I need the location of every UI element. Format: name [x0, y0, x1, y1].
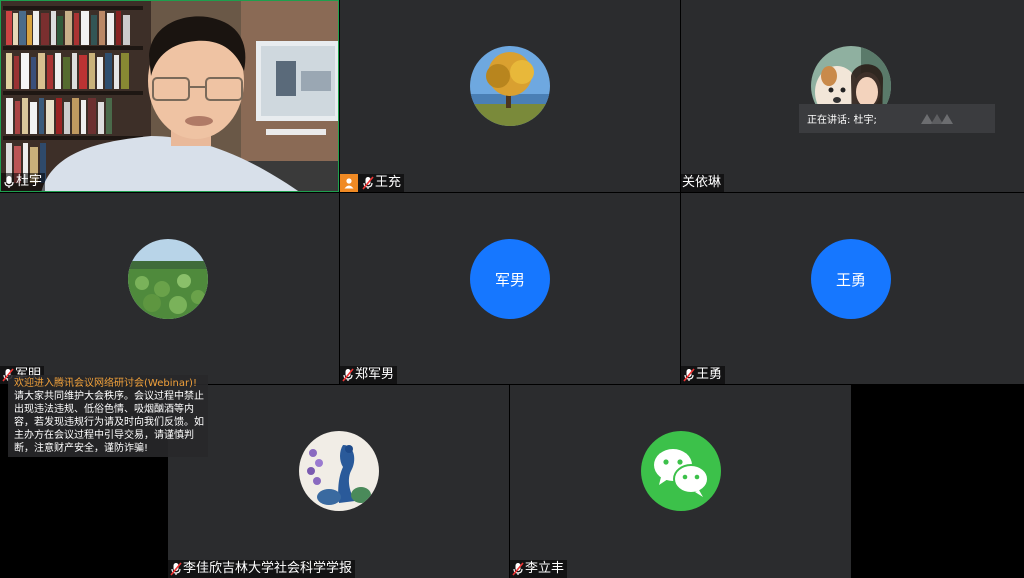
host-icon: [340, 174, 358, 192]
camera-video-feed: [1, 1, 338, 191]
participant-avatar: [470, 46, 550, 126]
participant-nameplate: 李立丰: [510, 560, 568, 578]
wechat-icon: [641, 431, 721, 511]
video-tile-wang-yong[interactable]: 王勇 王勇: [681, 193, 1024, 384]
video-tile-zheng-junnan[interactable]: 军男 郑军男: [340, 193, 680, 384]
participant-nameplate: 李佳欣吉林大学社会科学学报: [168, 560, 356, 578]
microphone-muted-icon: [170, 562, 182, 576]
video-tile-li-lifeng[interactable]: 李立丰: [510, 385, 851, 578]
notice-body: 请大家共同维护大会秩序。会议过程中禁止出现违法违规、低俗色情、吸烟酗酒等内容，若…: [14, 391, 204, 454]
participant-name: 李佳欣吉林大学社会科学学报: [183, 561, 353, 576]
participant-name: 李立丰: [525, 561, 565, 576]
video-tile-wang-chong[interactable]: 王充: [340, 0, 680, 192]
microphone-muted-icon: [362, 176, 374, 190]
microphone-muted-icon: [342, 368, 354, 382]
speaking-text: 正在讲话: 杜宇;: [807, 115, 877, 126]
participant-name: 王勇: [696, 367, 723, 382]
video-tile-jun-ming[interactable]: 军明: [0, 193, 339, 384]
participant-avatar: [128, 239, 208, 319]
notice-title: 欢迎进入腾讯会议网络研讨会(Webinar)!: [14, 378, 197, 389]
sound-wave-icon: [920, 113, 953, 124]
participant-name: 郑军男: [355, 367, 395, 382]
participant-name: 王充: [375, 175, 402, 190]
webinar-notice: 欢迎进入腾讯会议网络研讨会(Webinar)! 请大家共同维护大会秩序。会议过程…: [8, 375, 208, 457]
participant-avatar: 王勇: [811, 239, 891, 319]
video-tile-guan-yilin[interactable]: 关依琳: [681, 0, 1024, 192]
participant-nameplate: 郑军男: [340, 366, 398, 384]
video-tile-li-jiaxin[interactable]: 李佳欣吉林大学社会科学学报: [168, 385, 509, 578]
speaking-indicator: 正在讲话: 杜宇;: [799, 104, 995, 133]
participant-name: 杜宇: [16, 174, 43, 189]
participant-avatar: 军男: [470, 239, 550, 319]
video-tile-du-yu[interactable]: 杜宇: [0, 0, 339, 192]
participant-name: 关依琳: [682, 175, 722, 190]
participant-nameplate: 杜宇: [1, 173, 46, 191]
microphone-muted-icon: [683, 368, 695, 382]
microphone-muted-icon: [512, 562, 524, 576]
participant-nameplate: 王勇: [681, 366, 726, 384]
participant-avatar: [299, 431, 379, 511]
participant-nameplate: 王充: [340, 174, 405, 192]
participant-nameplate: 关依琳: [681, 174, 725, 192]
microphone-icon: [4, 176, 14, 188]
